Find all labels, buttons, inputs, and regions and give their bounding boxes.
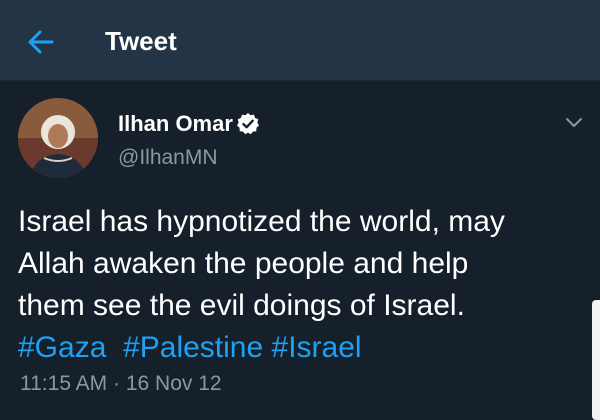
author-name[interactable]: Ilhan Omar [118, 110, 233, 138]
hashtag-israel[interactable]: #Israel [272, 331, 362, 364]
tweet-timestamp[interactable]: 11:15 AM · 16 Nov 12 [20, 370, 222, 398]
scrollbar[interactable] [592, 300, 600, 420]
tweet-text-line: Allah awaken the people and help [18, 247, 469, 280]
hashtag-list: #Gaza #Palestine #Israel [18, 327, 588, 369]
profile-photo [18, 98, 98, 178]
tweet-text: Israel has hypnotized the world, may All… [18, 201, 588, 369]
arrow-left-icon[interactable] [22, 24, 62, 60]
verified-badge-icon [237, 113, 259, 135]
chevron-down-icon[interactable] [562, 111, 586, 133]
tweet-text-line: them see the evil doings of Israel. [18, 289, 465, 322]
tweet-text-line: Israel has hypnotized the world, may [18, 205, 505, 238]
top-bar: Tweet [0, 0, 600, 81]
tweet-detail: Ilhan Omar @IlhanMN Israel has hypnotize… [0, 81, 600, 420]
page-title: Tweet [105, 26, 177, 56]
tweet-time: 11:15 AM [20, 372, 108, 395]
hashtag-gaza[interactable]: #Gaza [18, 331, 106, 364]
separator-dot: · [113, 372, 121, 395]
author-handle[interactable]: @IlhanMN [118, 145, 218, 171]
hashtag-palestine[interactable]: #Palestine [123, 331, 263, 364]
avatar[interactable] [18, 98, 98, 178]
tweet-date: 16 Nov 12 [125, 372, 222, 395]
